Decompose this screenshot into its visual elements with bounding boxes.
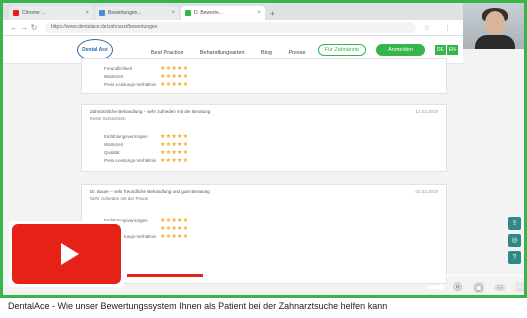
help-icon[interactable]: ? bbox=[508, 251, 521, 264]
lang-de-button[interactable]: DE bbox=[434, 44, 446, 55]
video-progress-fill bbox=[127, 274, 203, 277]
tab-favicon-icon bbox=[13, 10, 19, 16]
tab-label: Bewertungen... bbox=[108, 10, 142, 16]
video-caption: DentalAce - Wie unser Bewertungssystem I… bbox=[8, 301, 388, 311]
tab-label: D. Bewerte... bbox=[194, 10, 223, 16]
nav-link-behandlungsarten[interactable]: Behandlungsarten bbox=[200, 50, 245, 56]
browser-tabbar: Chrome ... × Bewertungen... × D. Bewerte… bbox=[3, 3, 463, 20]
rating-row: Einfühlungsvermögen ★★★★★ bbox=[104, 133, 188, 140]
rating-stars-icon: ★★★★★ bbox=[160, 150, 189, 156]
rating-row: Freundlichkeit ★★★★★ bbox=[104, 65, 188, 72]
theater-icon[interactable]: ▭ bbox=[496, 282, 505, 293]
review-card: Dr. Bauer – sehr freundliche Behandlung … bbox=[81, 184, 447, 284]
rating-stars-icon: ★★★★★ bbox=[160, 234, 189, 240]
fullscreen-icon[interactable]: ⛶ bbox=[517, 282, 523, 293]
play-icon bbox=[61, 243, 79, 265]
rating-label: Einfühlungsvermögen bbox=[104, 134, 148, 139]
rating-row: Preis-Leistungs-Verhältnis ★★★★★ bbox=[104, 157, 188, 164]
share-icon[interactable]: ⇪ bbox=[508, 217, 521, 230]
rating-row: Wartezeit ★★★★★ bbox=[104, 141, 188, 148]
youtube-logo-red bbox=[12, 224, 121, 284]
review-title: Zahnärztliche Behandlung – sehr zufriede… bbox=[90, 109, 211, 114]
new-tab-icon[interactable]: + bbox=[270, 9, 275, 18]
rating-label: Preis-Leistungs-Verhältnis bbox=[104, 82, 157, 87]
rating-row: Qualität ★★★★★ bbox=[104, 149, 188, 156]
browser-tab-2[interactable]: Bewertungen... × bbox=[95, 6, 179, 20]
site-nav: Best Practice Behandlungsarten Blog Pres… bbox=[151, 41, 318, 59]
video-controls: ⚙ ▣ ▭ ⛶ bbox=[423, 280, 524, 294]
rating-stars-icon: ★★★★★ bbox=[160, 158, 189, 164]
review-date: 02.02.2019 bbox=[415, 189, 438, 194]
rating-stars-icon: ★★★★★ bbox=[160, 82, 189, 88]
nav-link-best-practice[interactable]: Best Practice bbox=[151, 50, 183, 56]
rating-label: Preis-Leistungs-Verhältnis bbox=[104, 158, 157, 163]
settings-icon[interactable]: ⚙ bbox=[454, 282, 462, 293]
webcam-person-body bbox=[475, 35, 515, 49]
url-input[interactable]: https://www.dentalace.de/zahnarzt/bewert… bbox=[45, 22, 416, 33]
login-button[interactable]: Anmelden bbox=[376, 43, 425, 56]
side-floating-icons: ⇪ ◎ ? bbox=[508, 217, 522, 268]
review-title: Dr. Bauer – sehr freundliche Behandlung … bbox=[90, 189, 210, 194]
nav-link-blog[interactable]: Blog bbox=[261, 50, 272, 56]
address-bar: ← → ↻ https://www.dentalace.de/zahnarzt/… bbox=[3, 20, 463, 36]
tab-favicon-icon bbox=[185, 10, 191, 16]
rating-label: Wartezeit bbox=[104, 74, 123, 79]
review-card: Zahnärztliche Behandlung – sehr zufriede… bbox=[81, 104, 447, 172]
rating-stars-icon: ★★★★★ bbox=[160, 218, 189, 224]
rating-label: Qualität bbox=[104, 150, 120, 155]
rating-label: Freundlichkeit bbox=[104, 66, 133, 71]
reload-icon[interactable]: ↻ bbox=[29, 23, 39, 32]
close-tab-icon[interactable]: × bbox=[171, 10, 175, 16]
rating-label: Wartezeit bbox=[104, 142, 123, 147]
bookmark-star-icon[interactable]: ☆ ⋮ bbox=[424, 24, 457, 32]
rating-stars-icon: ★★★★★ bbox=[160, 142, 189, 148]
youtube-logo[interactable] bbox=[9, 221, 124, 287]
rating-stars-icon: ★★★★★ bbox=[160, 66, 189, 72]
back-icon[interactable]: ← bbox=[9, 23, 19, 32]
review-card: Freundlichkeit ★★★★★ Wartezeit ★★★★★ Pre… bbox=[81, 58, 447, 94]
review-date: 12.02.2019 bbox=[415, 109, 438, 114]
close-tab-icon[interactable]: × bbox=[257, 10, 261, 16]
video-progress-bar[interactable] bbox=[127, 274, 524, 277]
webcam-person-face bbox=[485, 11, 505, 35]
for-dentists-button[interactable]: Für Zahnärzte bbox=[317, 43, 367, 56]
forward-icon[interactable]: → bbox=[19, 23, 29, 32]
tab-label: Chrome ... bbox=[22, 10, 46, 16]
nav-link-presse[interactable]: Presse bbox=[288, 50, 305, 56]
volume-icon[interactable] bbox=[427, 283, 444, 290]
rating-stars-icon: ★★★★★ bbox=[160, 74, 189, 80]
rating-stars-icon: ★★★★★ bbox=[160, 226, 189, 232]
close-tab-icon[interactable]: × bbox=[85, 10, 89, 16]
lang-en-button[interactable]: EN bbox=[446, 44, 458, 55]
rating-stars-icon: ★★★★★ bbox=[160, 134, 189, 140]
tab-favicon-icon bbox=[99, 10, 105, 16]
browser-tab-3[interactable]: D. Bewerte... × bbox=[181, 6, 265, 20]
rating-row: Wartezeit ★★★★★ bbox=[104, 73, 188, 80]
browser-tab-1[interactable]: Chrome ... × bbox=[9, 6, 93, 20]
webcam-overlay bbox=[463, 3, 524, 49]
globe-icon[interactable]: ◎ bbox=[508, 234, 521, 247]
review-subtitle: Keine Schmerzen bbox=[90, 116, 126, 121]
rating-row: Preis-Leistungs-Verhältnis ★★★★★ bbox=[104, 81, 188, 88]
review-subtitle: Sehr zufrieden mit der Praxis bbox=[90, 196, 149, 201]
miniplayer-icon[interactable]: ▣ bbox=[474, 282, 483, 293]
